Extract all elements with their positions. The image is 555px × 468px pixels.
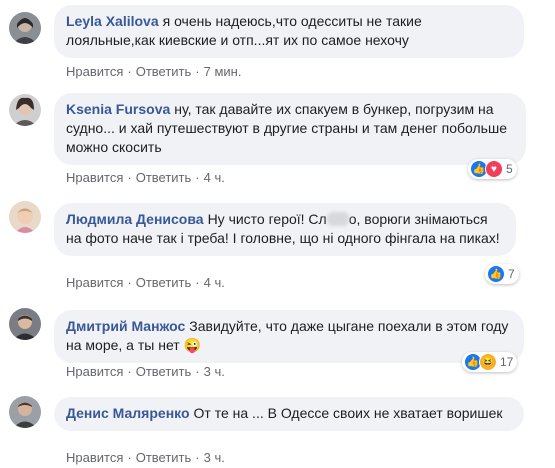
comment-bubble: Ksenia Fursova ну, так давайте их спакуем… — [54, 93, 526, 165]
comment-actions: Нравится · Ответить · 3 ч. — [66, 364, 225, 379]
author-name[interactable]: Людмила Денисова — [66, 211, 204, 227]
reactions-summary[interactable]: 👍 😆 17 — [462, 352, 518, 372]
like-link[interactable]: Нравится — [66, 364, 123, 379]
comment-actions: Нравится · Ответить · 7 мин. — [66, 64, 241, 79]
author-name[interactable]: Денис Маляренко — [66, 405, 190, 421]
reply-link[interactable]: Ответить — [136, 450, 192, 465]
separator: · — [195, 275, 200, 290]
comment-bubble: Leyla Xalilova я очень надеюсь,что одесси… — [54, 5, 524, 58]
separator: · — [127, 170, 132, 185]
comment-bubble: Людмила Денисова Ну чисто герої! Сл о, вор… — [54, 203, 516, 256]
reactions-summary[interactable]: 👍 ♥ 5 — [468, 159, 517, 179]
reply-link[interactable]: Ответить — [136, 64, 192, 79]
comment-bubble: Денис Маляренко От те на ... В Одессе сво… — [54, 397, 524, 431]
reaction-count: 5 — [506, 162, 513, 176]
like-icon: 👍 — [487, 265, 505, 283]
author-name[interactable]: Ksenia Fursova — [66, 101, 170, 117]
comment-text: От те на ... В Одессе своих не хватает в… — [193, 405, 503, 421]
reactions-summary[interactable]: 👍 7 — [485, 264, 519, 284]
like-link[interactable]: Нравится — [66, 170, 123, 185]
author-name[interactable]: Дмитрий Манжос — [66, 318, 185, 334]
timestamp[interactable]: 3 ч. — [204, 450, 225, 465]
timestamp[interactable]: 4 ч. — [204, 275, 225, 290]
avatar[interactable] — [9, 12, 41, 44]
separator: · — [195, 64, 200, 79]
redacted-blur — [326, 212, 349, 226]
author-name[interactable]: Leyla Xalilova — [66, 13, 159, 29]
comment-actions: Нравится · Ответить · 4 ч. — [66, 275, 225, 290]
separator: · — [195, 364, 200, 379]
avatar[interactable] — [9, 396, 41, 428]
reply-link[interactable]: Ответить — [136, 364, 192, 379]
like-link[interactable]: Нравится — [66, 64, 123, 79]
separator: · — [127, 275, 132, 290]
avatar[interactable] — [9, 94, 41, 126]
comment-actions: Нравится · Ответить · 4 ч. — [66, 170, 225, 185]
tongue-out-emoji-icon: 😜 — [183, 337, 202, 353]
separator: · — [195, 170, 200, 185]
comment-bubble: Дмитрий Манжос Завидуйте, что даже цыгане… — [54, 310, 524, 363]
separator: · — [127, 64, 132, 79]
avatar[interactable] — [9, 201, 41, 233]
separator: · — [127, 450, 132, 465]
avatar[interactable] — [9, 308, 41, 340]
reaction-count: 17 — [500, 355, 514, 369]
like-link[interactable]: Нравится — [66, 450, 123, 465]
reply-link[interactable]: Ответить — [136, 275, 192, 290]
reaction-count: 7 — [508, 267, 515, 281]
separator: · — [127, 364, 132, 379]
haha-icon: 😆 — [479, 353, 497, 371]
separator: · — [195, 450, 200, 465]
timestamp[interactable]: 4 ч. — [204, 170, 225, 185]
comment-actions: Нравится · Ответить · 3 ч. — [66, 450, 225, 465]
reply-link[interactable]: Ответить — [136, 170, 192, 185]
timestamp[interactable]: 7 мин. — [204, 64, 242, 79]
love-icon: ♥ — [485, 160, 503, 178]
timestamp[interactable]: 3 ч. — [204, 364, 225, 379]
like-link[interactable]: Нравится — [66, 275, 123, 290]
comment-text: Ну чисто герої! Сл — [207, 211, 327, 227]
